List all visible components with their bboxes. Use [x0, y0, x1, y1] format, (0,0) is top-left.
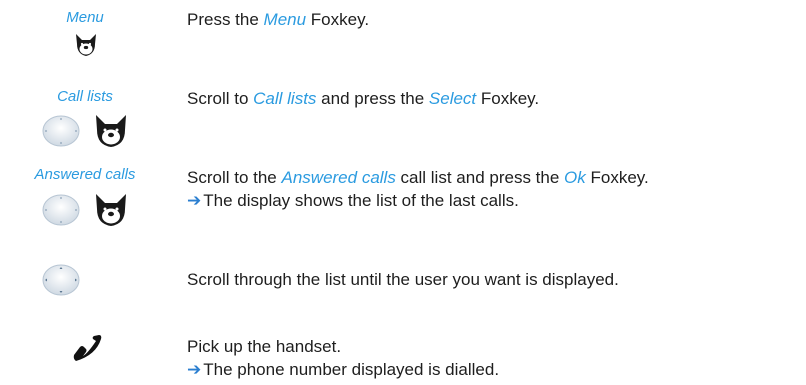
text-fragment: Scroll to the: [187, 168, 282, 187]
step-text-handset: Pick up the handset.: [187, 335, 341, 358]
text-fragment: Foxkey.: [476, 89, 540, 108]
navigation-key-icon: [42, 264, 80, 296]
text-fragment: call list and press the: [395, 168, 565, 187]
highlight-call-lists: Call lists: [253, 89, 317, 108]
text-fragment: Press the: [187, 10, 264, 29]
step-text-call-lists: Scroll to Call lists and press the Selec…: [187, 87, 539, 110]
text-fragment: Scroll to: [187, 89, 254, 108]
fox-head-icon: [92, 113, 130, 149]
step-result-handset: ➔ The phone number displayed is dialled.: [187, 358, 499, 381]
step-text-menu: Press the Menu Foxkey.: [187, 8, 369, 31]
fox-head-icon: [73, 32, 99, 58]
step-handset-icons: [70, 333, 104, 363]
fox-head-icon: [92, 192, 130, 228]
text-fragment: Foxkey.: [585, 168, 649, 187]
highlight-select: Select: [428, 89, 477, 108]
text-fragment: and press the: [316, 89, 429, 108]
arrow-right-icon: ➔: [187, 360, 202, 379]
step-text-answered-calls: Scroll to the Answered calls call list a…: [187, 166, 649, 189]
step-label-menu: Menu: [66, 9, 104, 26]
step-scroll-icons: [42, 264, 80, 296]
step-label-answered-calls: Answered calls: [34, 166, 136, 183]
step-answered-calls-icons: [42, 192, 130, 228]
result-text: The display shows the list of the last c…: [203, 191, 519, 210]
arrow-right-icon: ➔: [187, 191, 202, 210]
handset-icon: [70, 333, 104, 363]
step-call-lists-icons: [42, 113, 130, 149]
navigation-key-icon: [42, 194, 80, 226]
highlight-answered-calls: Answered calls: [281, 168, 396, 187]
step-text-scroll: Scroll through the list until the user y…: [187, 268, 619, 291]
text-fragment: Pick up the handset.: [187, 337, 342, 356]
navigation-key-icon: [42, 115, 80, 147]
step-label-call-lists: Call lists: [57, 88, 113, 105]
step-result-answered-calls: ➔ The display shows the list of the last …: [187, 189, 519, 212]
step-menu-icons: [73, 32, 99, 58]
highlight-menu: Menu: [263, 10, 307, 29]
highlight-ok: Ok: [564, 168, 586, 187]
result-text: The phone number displayed is dialled.: [203, 360, 500, 379]
text-fragment: Foxkey.: [306, 10, 370, 29]
text-fragment: Scroll through the list until the user y…: [187, 270, 619, 289]
